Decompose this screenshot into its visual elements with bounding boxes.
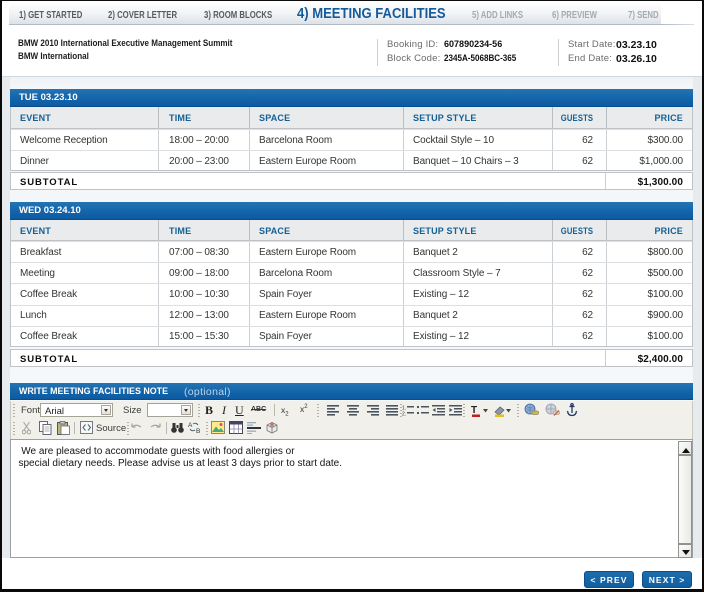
- svg-text:T: T: [471, 405, 477, 416]
- svg-text:B: B: [196, 428, 200, 434]
- svg-text:2.: 2.: [402, 412, 406, 417]
- svg-text:A: A: [188, 422, 193, 429]
